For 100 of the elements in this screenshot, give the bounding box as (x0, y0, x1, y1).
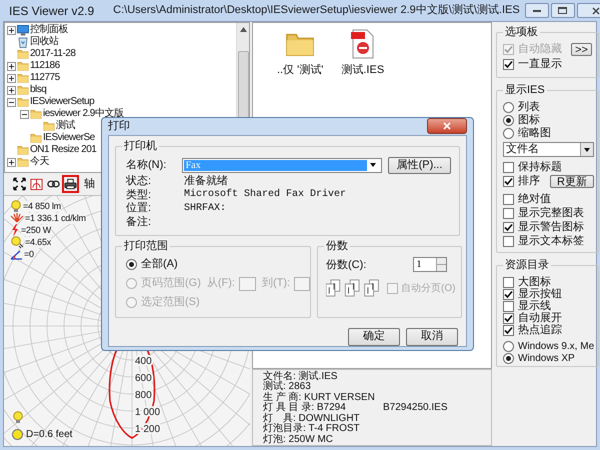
info-line: B7294250.IES (383, 403, 448, 414)
tree-item[interactable]: 回收站 (30, 36, 58, 48)
expand-icon[interactable] (7, 74, 16, 82)
recycle-bin-icon (17, 36, 29, 48)
tree-item[interactable]: ON1 Resize 201 (30, 144, 96, 156)
minimize-button[interactable] (524, 3, 549, 18)
checkbox-label: 显示文本标签 (518, 234, 584, 250)
radio-button[interactable] (503, 114, 514, 126)
checkbox-label: 保持标题 (518, 160, 562, 174)
folder-icon (17, 48, 29, 60)
field-value: Microsoft Shared Fax Driver (184, 188, 346, 202)
folder-icon (17, 156, 29, 168)
field-label: 名称(N): (126, 158, 168, 173)
checkbox-label: 自动展开 (518, 310, 562, 324)
tree-item[interactable]: IESviewerSe (43, 132, 95, 144)
page-to-field[interactable] (294, 276, 310, 290)
folder-icon (17, 60, 29, 72)
tree-item[interactable]: 112775 (30, 72, 60, 84)
expand-icon[interactable] (7, 26, 16, 34)
checkbox[interactable] (503, 300, 514, 312)
expand-icon[interactable] (7, 62, 16, 70)
radio-label: 页码范围(G) (141, 276, 201, 292)
copies-spinner[interactable]: 1 (413, 257, 448, 272)
group-title: 份数 (324, 238, 350, 252)
sort-dropdown[interactable]: 文件名 (503, 142, 594, 157)
refresh-button[interactable]: R更新 (550, 175, 594, 188)
checkbox[interactable] (503, 59, 514, 70)
group-title: 选项板 (503, 25, 540, 39)
info-line: 灯 具 目 录: B7294 (263, 403, 347, 413)
checkbox-label: 一直显示 (518, 57, 562, 72)
tree-item[interactable]: iesviewer 2.9中文版 (43, 108, 124, 120)
file-item-label[interactable]: 测试.IES (341, 62, 384, 78)
group-title: 打印机 (122, 138, 159, 152)
lightbulb-icon (12, 411, 24, 424)
checkbox[interactable] (503, 208, 514, 219)
folder-icon (17, 96, 29, 108)
checkbox-label: 热点追踪 (518, 322, 562, 338)
checkbox[interactable] (503, 176, 514, 187)
maximize-button[interactable] (550, 3, 575, 18)
radio-button[interactable] (503, 102, 514, 112)
checkbox[interactable] (503, 222, 514, 233)
scroll-up-icon[interactable] (240, 27, 246, 32)
expand-icon[interactable] (7, 158, 16, 166)
folder-icon (17, 84, 29, 96)
tree-item[interactable]: IESviewerSetup (30, 96, 94, 108)
ok-button[interactable]: 确定 (348, 328, 400, 346)
radio-button[interactable] (503, 340, 514, 352)
folder-icon (43, 120, 55, 132)
group-title: 显示IES (503, 83, 547, 97)
tree-item[interactable]: 今天 (30, 156, 49, 168)
info-line: 灯泡: 250W MC (263, 434, 334, 445)
radio-button[interactable] (503, 128, 514, 138)
checkbox[interactable] (503, 324, 514, 336)
lightbulb-icon (10, 236, 24, 248)
file-item-label[interactable]: ..仅 '测试' (277, 62, 324, 78)
close-button[interactable] (427, 118, 467, 134)
tree-item[interactable]: 112186 (30, 60, 60, 72)
expand-icon[interactable] (7, 86, 16, 94)
info-line: 灯泡目录: T-4 FROST (263, 424, 361, 434)
checkbox[interactable] (503, 162, 514, 173)
checkbox-label: 显示完整图表 (518, 206, 584, 220)
window-title: IES Viewer v2.9 (9, 2, 94, 20)
collapse-icon[interactable] (20, 110, 29, 118)
checkbox-label: 排序 (518, 174, 540, 190)
monitor-icon (17, 24, 29, 36)
field-label: 到(T): (262, 276, 290, 292)
tree-item[interactable]: blsq (30, 84, 46, 96)
folder-icon (30, 132, 42, 144)
radio-button[interactable] (126, 259, 137, 270)
checkbox[interactable] (503, 276, 514, 288)
checkbox-label: 自动分页(O) (401, 282, 456, 296)
ies-file-icon (350, 29, 376, 59)
photometric-value: =0 (24, 248, 34, 260)
radial-axis-label: 800 (135, 390, 152, 401)
checkbox[interactable] (503, 236, 514, 247)
group-title: 资源目录 (503, 258, 551, 272)
angle-icon (10, 248, 23, 260)
checkbox-label: 绝对值 (518, 192, 551, 206)
cancel-button[interactable]: 取消 (406, 328, 458, 346)
distance-label: D=0.6 feet (26, 428, 72, 442)
properties-button[interactable]: 属性(P)... (388, 156, 451, 174)
lightbulb-icon (10, 200, 22, 212)
info-line: 生 产 商: KURT VERSEN (263, 392, 373, 402)
field-value: 准备就绪 (184, 174, 228, 188)
tree-item[interactable]: 2017-11-28 (30, 48, 76, 60)
page-from-field[interactable] (239, 276, 256, 290)
checkbox[interactable] (503, 312, 514, 324)
checkbox[interactable] (503, 288, 514, 300)
tree-item[interactable]: 控制面板 (30, 24, 68, 36)
checkbox-label: 大图标 (518, 274, 551, 288)
info-line: 灯 具: DOWNLIGHT (263, 414, 361, 424)
radio-button[interactable] (503, 352, 514, 364)
checkbox-label: 显示警告图标 (518, 220, 584, 234)
radial-axis-label: 1 200 (135, 424, 160, 435)
tree-item[interactable]: 测试 (56, 120, 75, 132)
expand-panel-button[interactable]: >> (571, 43, 592, 56)
collapse-icon[interactable] (7, 98, 16, 106)
checkbox[interactable] (503, 194, 514, 205)
radial-axis-label: 600 (135, 373, 152, 384)
radio-label: 缩略图 (518, 126, 551, 141)
